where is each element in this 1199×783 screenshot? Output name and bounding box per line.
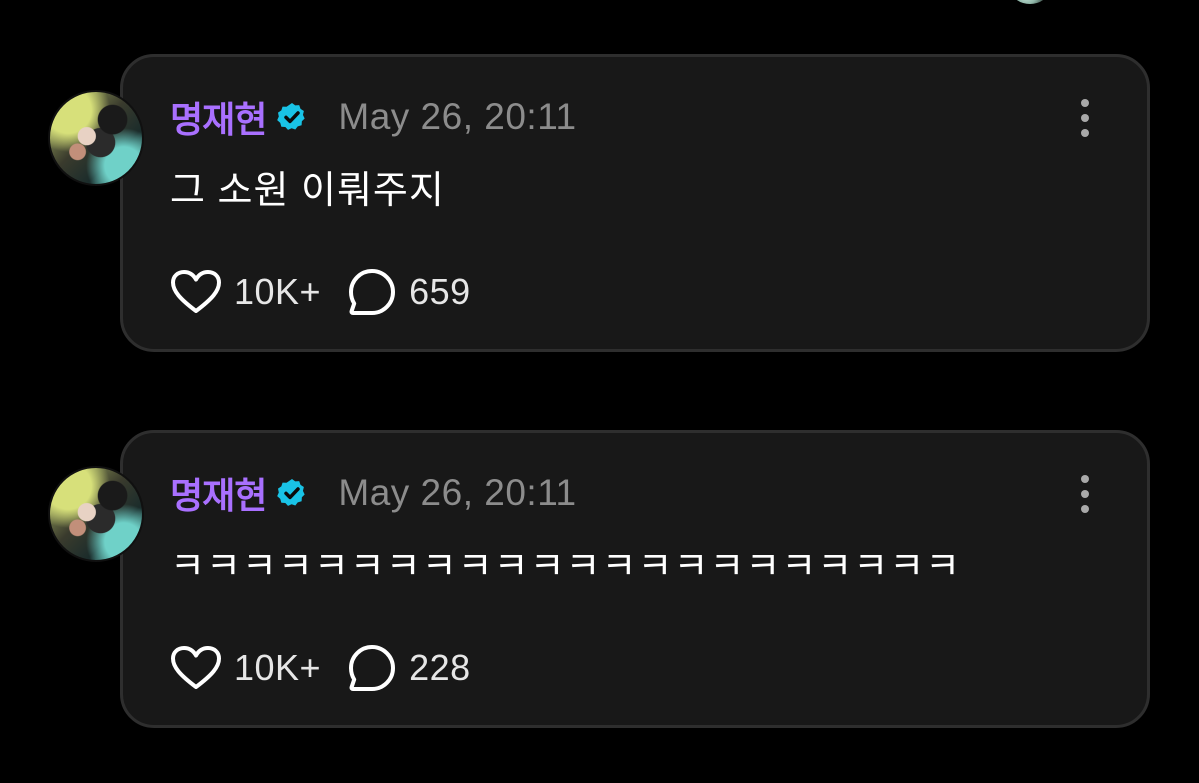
more-vertical-icon [1081,505,1089,513]
timestamp: May 26, 20:11 [338,472,577,513]
post-text: ㅋㅋㅋㅋㅋㅋㅋㅋㅋㅋㅋㅋㅋㅋㅋㅋㅋㅋㅋㅋㅋㅋ [170,546,962,588]
more-vertical-icon [1081,490,1089,498]
more-options-button[interactable] [1079,99,1091,137]
avatar[interactable] [48,90,144,186]
verified-badge-icon [277,479,306,506]
like-button[interactable]: 10K+ [170,269,321,315]
more-vertical-icon [1081,99,1089,107]
page: 명재현 May 26, 20:11 그 소원 이뤄주지 10K+ 659 명재현… [0,0,1199,783]
like-count: 10K+ [234,271,322,312]
comment-count: 228 [409,647,471,688]
avatar[interactable] [48,466,144,562]
chat-bubble-icon [349,645,396,691]
more-options-button[interactable] [1079,475,1091,513]
like-count: 10K+ [234,647,322,688]
timestamp: May 26, 20:11 [338,96,577,137]
like-button[interactable]: 10K+ [170,645,321,691]
comment-button[interactable]: 659 [347,267,471,317]
more-vertical-icon [1081,129,1089,137]
comment-button[interactable]: 228 [347,643,471,693]
chat-bubble-icon [349,269,396,315]
heart-icon [171,270,221,313]
username[interactable]: 명재현 [170,91,267,143]
comment-count: 659 [409,271,471,312]
post-header: 명재현 May 26, 20:11 [170,95,577,140]
verified-badge-icon [277,103,306,130]
post-actions: 10K+ 228 [170,643,471,693]
username[interactable]: 명재현 [170,467,267,519]
more-vertical-icon [1081,475,1089,483]
avatar-fragment [1012,0,1048,4]
heart-icon [171,646,221,689]
post-header: 명재현 May 26, 20:11 [170,471,577,516]
post-card[interactable]: 명재현 May 26, 20:11 ㅋㅋㅋㅋㅋㅋㅋㅋㅋㅋㅋㅋㅋㅋㅋㅋㅋㅋㅋㅋㅋㅋ… [48,430,1150,728]
post-text: 그 소원 이뤄주지 [170,170,445,212]
post-actions: 10K+ 659 [170,267,471,317]
post-card[interactable]: 명재현 May 26, 20:11 그 소원 이뤄주지 10K+ 659 [48,54,1150,352]
more-vertical-icon [1081,114,1089,122]
